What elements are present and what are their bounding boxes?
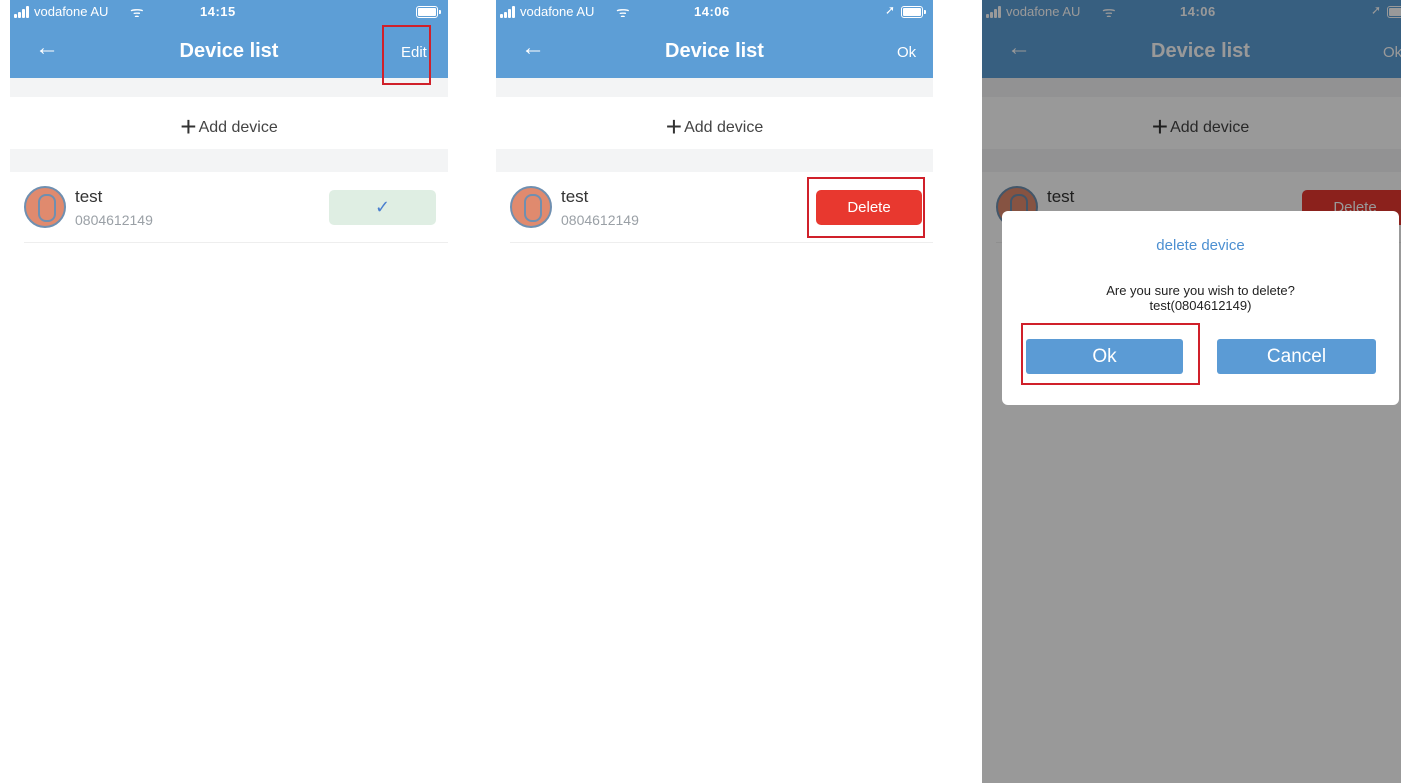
page-title: Device list xyxy=(179,40,279,62)
wifi-icon: ᯤ xyxy=(130,4,144,21)
add-device-label: Add device xyxy=(684,119,764,136)
dialog-cancel-button[interactable]: Cancel xyxy=(1217,339,1376,374)
carrier-label: vodafone AU xyxy=(520,4,595,19)
battery-icon xyxy=(416,6,441,18)
device-list-item[interactable]: test 0804612149 Delete xyxy=(510,172,933,243)
device-name: test xyxy=(561,187,589,206)
screen-edit-mode-off: vodafone AU ᯤ 14:15 ← Device list Edit +… xyxy=(10,0,448,783)
dialog-ok-button[interactable]: Ok xyxy=(1026,339,1183,374)
device-avatar xyxy=(510,186,552,228)
divider xyxy=(496,149,933,172)
status-bar: vodafone AU ᯤ 14:15 xyxy=(10,0,448,24)
edit-button[interactable]: Edit xyxy=(401,44,427,61)
carrier-label: vodafone AU xyxy=(34,4,109,19)
nav-header: vodafone AU ᯤ 14:06 ➚ ← Device list Ok xyxy=(496,0,933,78)
add-device-label: Add device xyxy=(198,119,278,136)
screen-delete-confirm: vodafone AU ᯤ 14:06 ➚ ← Device list Ok +… xyxy=(982,0,1401,783)
device-name: test xyxy=(75,187,103,206)
status-bar: vodafone AU ᯤ 14:06 ➚ xyxy=(496,0,933,24)
plus-icon: + xyxy=(665,111,683,142)
divider xyxy=(10,149,448,172)
add-device-button[interactable]: + Add device xyxy=(496,111,933,143)
device-list-item[interactable]: test 0804612149 ✓ xyxy=(24,172,448,243)
add-device-row[interactable]: + Add device xyxy=(496,97,933,149)
dialog-message: Are you sure you wish to delete? test(08… xyxy=(1002,283,1399,313)
dialog-message-line: Are you sure you wish to delete? xyxy=(1106,283,1295,298)
location-icon: ➚ xyxy=(885,3,896,17)
device-serial: 0804612149 xyxy=(561,212,639,228)
dialog-message-device: test(0804612149) xyxy=(1149,298,1252,313)
screen-edit-mode-on: vodafone AU ᯤ 14:06 ➚ ← Device list Ok +… xyxy=(496,0,933,783)
add-device-button[interactable]: + Add device xyxy=(10,111,448,143)
divider xyxy=(496,78,933,97)
wifi-icon: ᯤ xyxy=(616,4,630,21)
signal-icon xyxy=(14,6,32,18)
check-icon: ✓ xyxy=(374,197,391,217)
plus-icon: + xyxy=(180,111,197,142)
delete-confirm-dialog: delete device Are you sure you wish to d… xyxy=(1002,211,1399,405)
device-avatar xyxy=(24,186,66,228)
ok-button[interactable]: Ok xyxy=(897,44,916,61)
nav-header: vodafone AU ᯤ 14:15 ← Device list Edit xyxy=(10,0,448,78)
delete-button[interactable]: Delete xyxy=(816,190,922,225)
tutorial-stage: vodafone AU ᯤ 14:15 ← Device list Edit +… xyxy=(0,0,1401,783)
device-serial: 0804612149 xyxy=(75,212,153,228)
signal-icon xyxy=(500,6,518,18)
dialog-title: delete device xyxy=(1156,237,1245,254)
add-device-row[interactable]: + Add device xyxy=(10,97,448,149)
divider xyxy=(10,78,448,97)
status-time: 14:15 xyxy=(200,4,236,19)
selected-check-button[interactable]: ✓ xyxy=(329,190,436,225)
status-time: 14:06 xyxy=(694,4,730,19)
battery-icon xyxy=(901,6,926,18)
page-title: Device list xyxy=(665,40,764,62)
